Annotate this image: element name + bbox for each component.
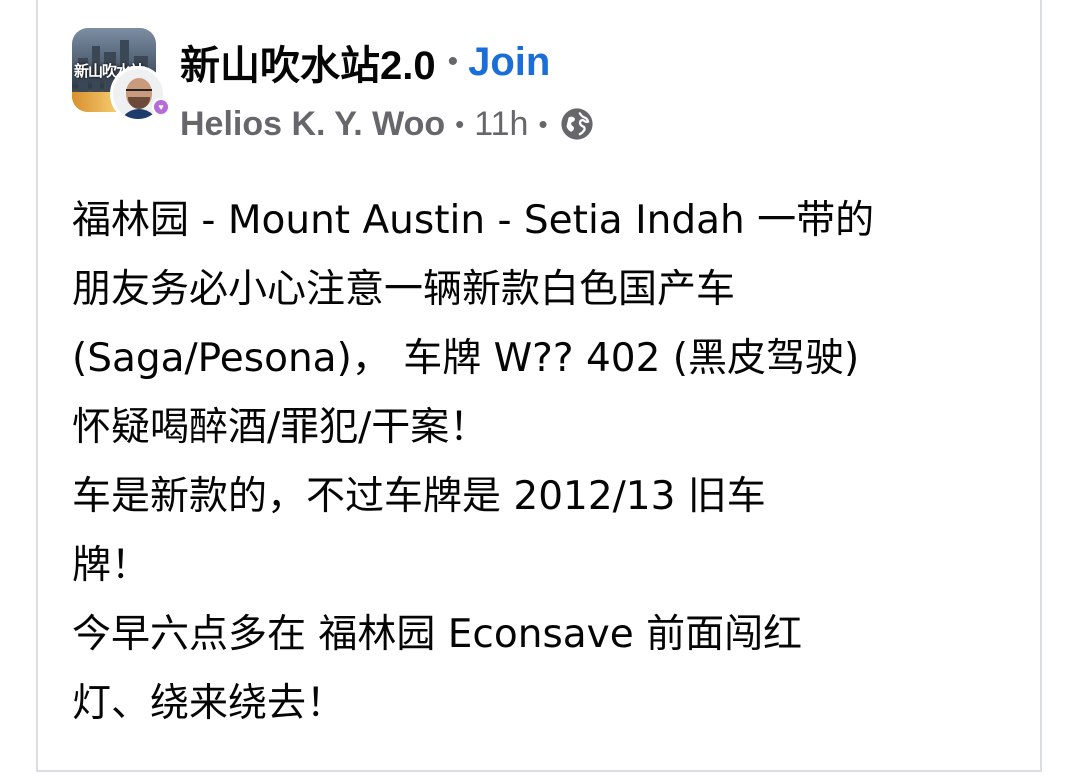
post-body-line: 朋友务必小心注意一辆新款白色国产车 (72, 267, 736, 312)
post-body-line: 牌！ (72, 543, 151, 588)
group-name-link[interactable]: 新山吹水站2.0 (180, 33, 436, 91)
join-button[interactable]: Join (468, 40, 550, 85)
avatar-beard (128, 97, 150, 109)
title-separator: • (447, 45, 459, 78)
post-meta: Helios K. Y. Woo • 11h • (180, 102, 594, 146)
author-name-link[interactable]: Helios K. Y. Woo (180, 105, 445, 144)
avatar-glasses (126, 89, 152, 97)
post-header-title: 新山吹水站2.0 • Join (180, 33, 550, 91)
post-timestamp[interactable]: 11h (474, 105, 528, 144)
globe-icon[interactable] (560, 107, 594, 141)
post-body-line: 车是新款的，不过车牌是 2012/13 旧车 (72, 474, 766, 519)
post-body-line: 福林园 - Mount Austin - Setia Indah 一带的 (72, 198, 875, 243)
post-body-line: 怀疑喝醉酒/罪犯/干案！ (72, 405, 489, 450)
post-body: 福林园 - Mount Austin - Setia Indah 一带的 朋友务… (72, 186, 1002, 738)
meta-separator: • (455, 108, 465, 139)
post-body-line: 灯、绕来绕去！ (72, 681, 346, 726)
member-badge-icon: ♥ (152, 98, 170, 116)
post-body-line: 今早六点多在 福林园 Econsave 前面闯红 (72, 612, 803, 657)
meta-separator: • (538, 108, 548, 139)
post-body-line: (Saga/Pesona)， 车牌 W?? 402 (黑皮驾驶) (72, 336, 860, 381)
avatar-group[interactable]: 新山吹水站 ♥ (72, 28, 170, 124)
